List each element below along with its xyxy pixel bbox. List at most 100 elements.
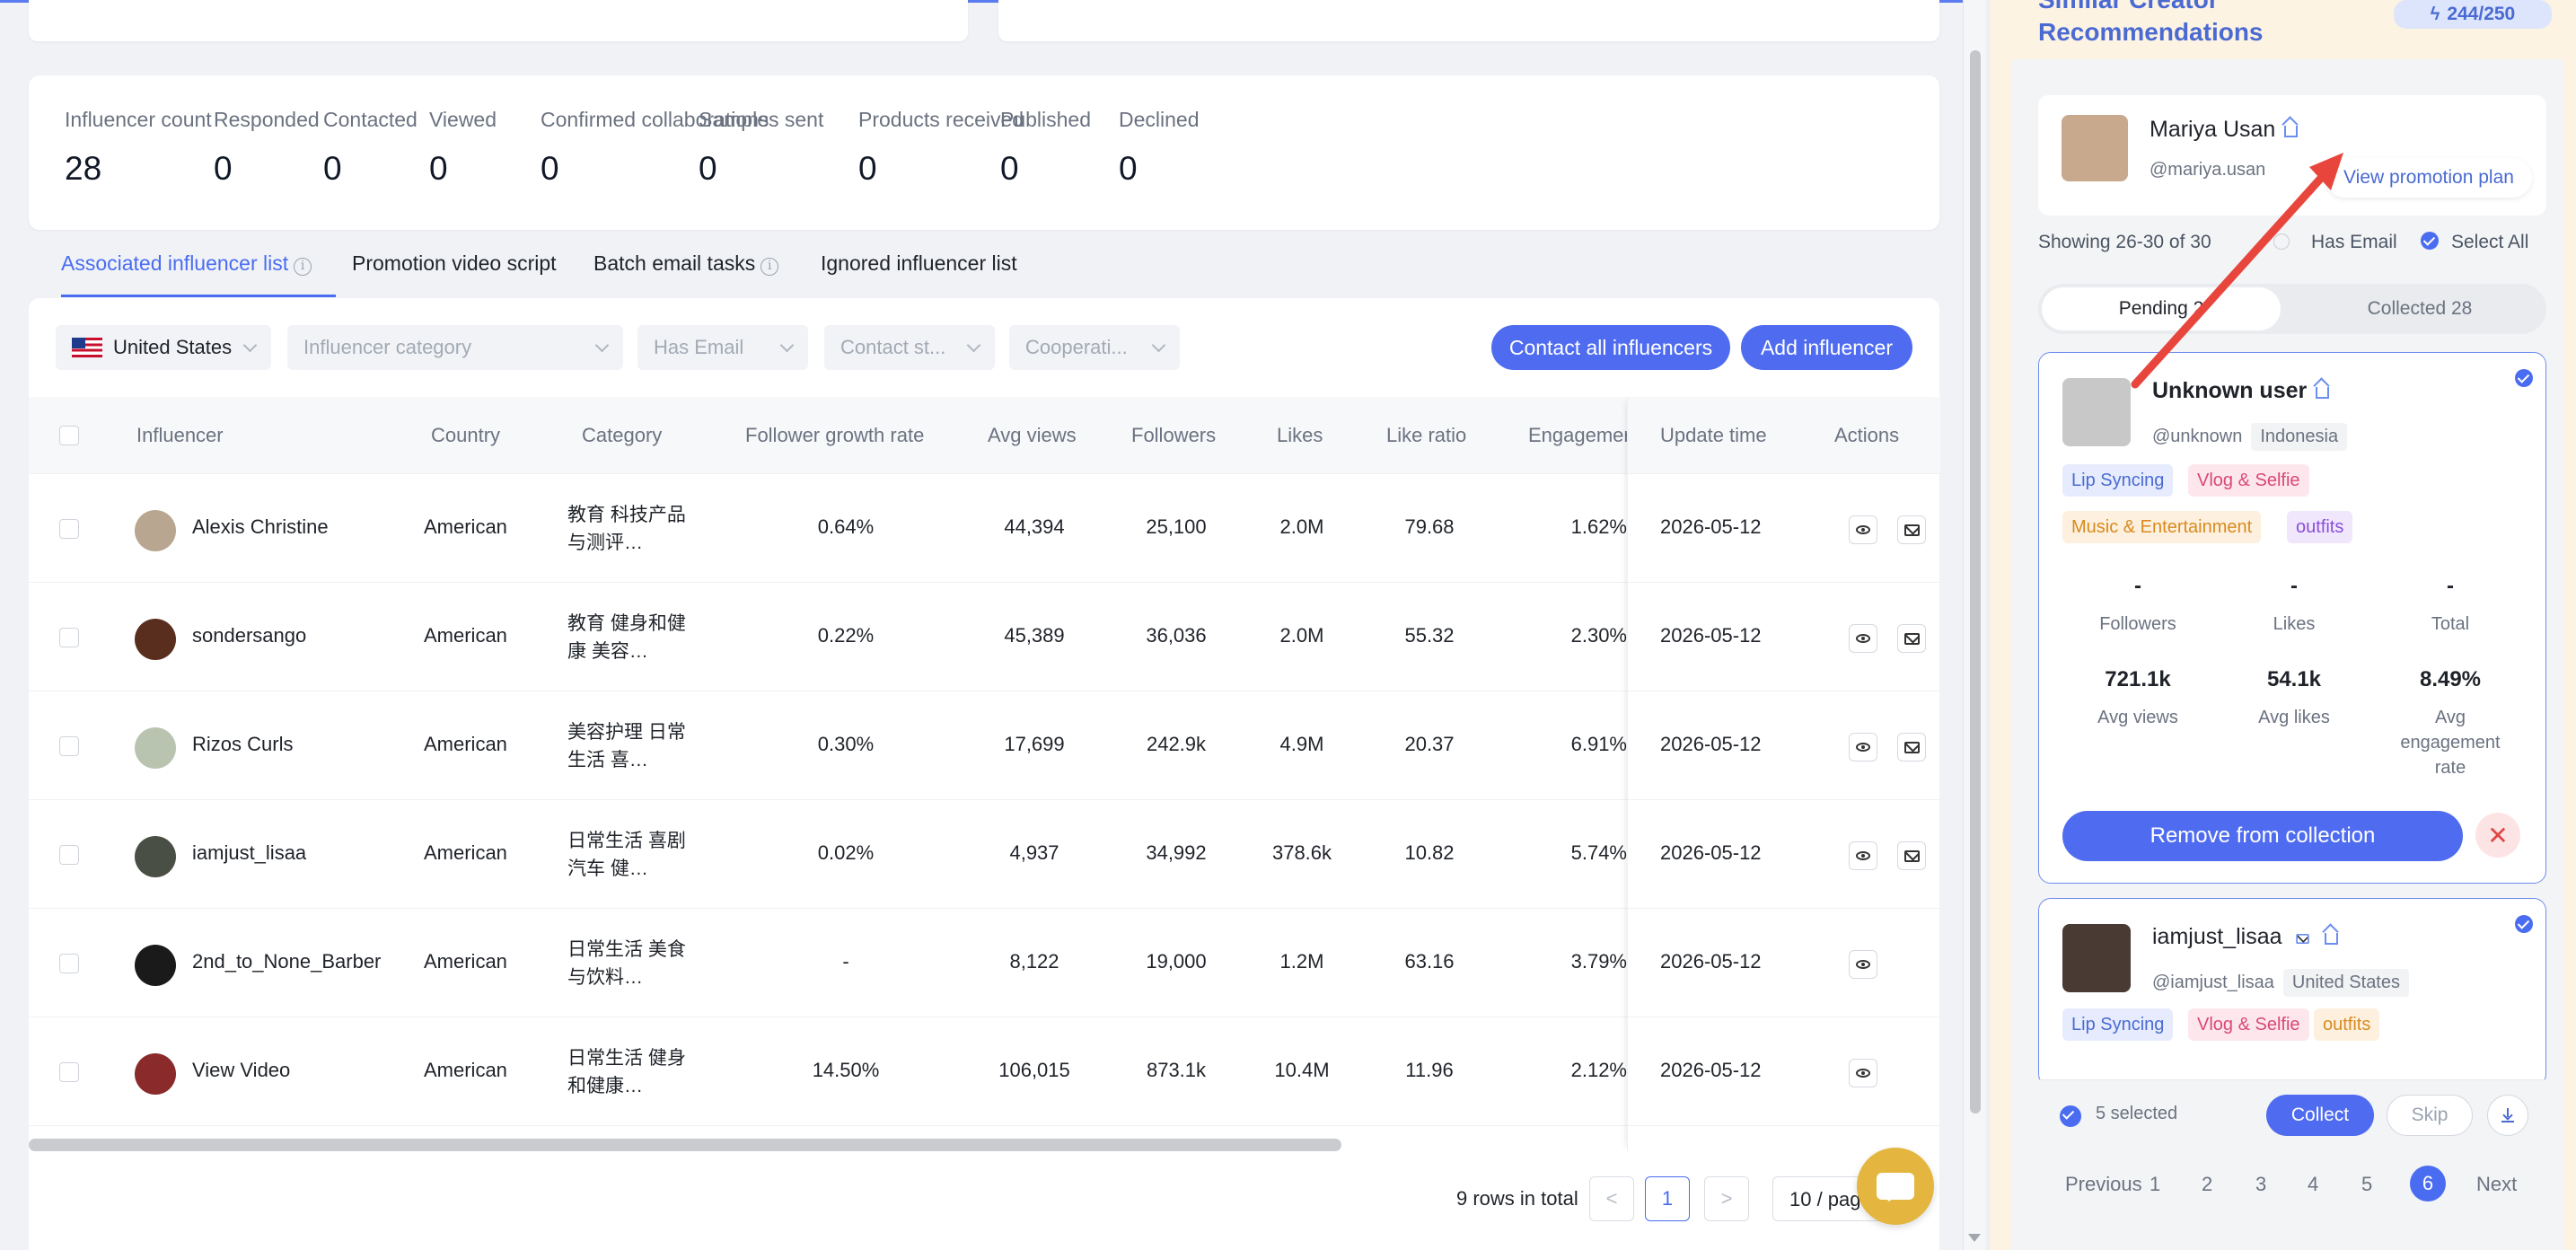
tab-promotion-video-script[interactable]: Promotion video script — [352, 251, 557, 276]
view-button[interactable] — [1849, 624, 1877, 653]
tab-collected[interactable]: Collected 28 — [2299, 287, 2541, 330]
home-icon[interactable] — [2316, 387, 2330, 399]
view-button[interactable] — [1849, 733, 1877, 761]
row-checkbox[interactable] — [59, 628, 79, 647]
home-icon[interactable] — [2324, 933, 2338, 945]
row-checkbox[interactable] — [59, 845, 79, 865]
info-icon[interactable]: i — [760, 258, 779, 276]
add-influencer-button[interactable]: Add influencer — [1741, 325, 1912, 370]
mail-icon[interactable] — [2295, 933, 2309, 945]
row-checkbox[interactable] — [59, 519, 79, 539]
influencer-name[interactable]: sondersango — [192, 624, 306, 647]
page-button[interactable]: 4 — [2308, 1173, 2318, 1196]
influencer-name[interactable]: Alexis Christine — [192, 515, 329, 539]
category-tag: outfits — [2287, 511, 2353, 543]
page-1-button[interactable]: 1 — [1645, 1176, 1690, 1221]
view-button[interactable] — [1849, 1059, 1877, 1087]
horizontal-scrollbar[interactable] — [29, 1139, 1341, 1151]
email-button[interactable] — [1897, 624, 1926, 653]
card-selected-checkbox[interactable] — [2515, 915, 2533, 933]
view-promotion-plan-button[interactable]: View promotion plan — [2325, 158, 2532, 198]
recommendation-card[interactable]: Unknown user @unknown Indonesia Lip Synci… — [2038, 352, 2546, 884]
influencer-avatar[interactable] — [135, 619, 176, 660]
collect-button[interactable]: Collect — [2266, 1095, 2374, 1136]
tab-batch-email-tasks[interactable]: Batch email tasks i — [593, 251, 779, 276]
bulk-select-checkbox[interactable] — [2060, 1105, 2081, 1127]
page-button[interactable]: 3 — [2255, 1173, 2266, 1196]
influencer-avatar[interactable] — [135, 510, 176, 551]
prev-page-button[interactable]: < — [1589, 1176, 1634, 1221]
col-followers[interactable]: Followers — [1131, 424, 1216, 447]
view-button[interactable] — [1849, 950, 1877, 979]
col-avg-views[interactable]: Avg views — [988, 424, 1077, 447]
cooperation-filter[interactable]: Cooperati... — [1009, 325, 1180, 370]
home-icon[interactable] — [2284, 126, 2299, 137]
influencer-avatar[interactable] — [135, 727, 176, 769]
influencer-name[interactable]: 2nd_to_None_Barber — [192, 950, 381, 973]
influencer-name[interactable]: Rizos Curls — [192, 733, 293, 756]
stat-viewed: Viewed 0 — [429, 108, 497, 188]
influencer-avatar[interactable] — [135, 945, 176, 986]
row-checkbox[interactable] — [59, 954, 79, 973]
category-filter[interactable]: Influencer category — [287, 325, 623, 370]
page-button[interactable]: 1 — [2150, 1173, 2160, 1196]
scroll-down-arrow-icon[interactable] — [1968, 1234, 1981, 1248]
like-ratio-cell: 20.37 — [1404, 733, 1455, 755]
col-category[interactable]: Category — [582, 424, 662, 447]
update-time-cell: 2026-05-12 — [1660, 515, 1762, 538]
next-page-button[interactable]: Next — [2476, 1173, 2517, 1196]
email-filter[interactable]: Has Email — [637, 325, 808, 370]
status-segmented-control: Pending 2 Collected 28 — [2038, 284, 2546, 334]
download-button[interactable] — [2487, 1095, 2528, 1136]
close-icon[interactable]: ✕ — [2475, 813, 2520, 858]
select-all-checkbox[interactable] — [59, 426, 79, 445]
col-like-ratio[interactable]: Like ratio — [1386, 424, 1466, 447]
stat-label: Contacted — [323, 108, 418, 131]
col-growth-rate[interactable]: Follower growth rate — [745, 424, 924, 447]
remove-from-collection-button[interactable]: Remove from collection — [2062, 811, 2463, 861]
chat-button[interactable] — [1857, 1148, 1934, 1225]
skip-button[interactable]: Skip — [2387, 1095, 2473, 1136]
update-time-cell: 2026-05-12 — [1660, 1059, 1762, 1081]
tab-associated-influencers[interactable]: Associated influencer list i — [61, 251, 312, 276]
like-ratio-cell: 79.68 — [1404, 515, 1455, 538]
page-button[interactable]: 2 — [2202, 1173, 2212, 1196]
contact-all-button[interactable]: Contact all influencers — [1491, 325, 1730, 370]
mail-icon — [1903, 849, 1920, 862]
has-email-checkbox[interactable] — [2273, 233, 2290, 250]
col-country[interactable]: Country — [431, 424, 500, 447]
influencer-name[interactable]: iamjust_lisaa — [192, 841, 306, 865]
card-selected-checkbox[interactable] — [2515, 369, 2533, 387]
row-checkbox[interactable] — [59, 736, 79, 756]
quota-badge: ϟ 244/250 — [2394, 0, 2552, 29]
next-page-button[interactable]: > — [1704, 1176, 1749, 1221]
col-influencer[interactable]: Influencer — [136, 424, 224, 447]
chat-icon — [1877, 1173, 1914, 1202]
col-update-time[interactable]: Update time — [1660, 424, 1767, 447]
info-icon[interactable]: i — [294, 258, 312, 276]
col-engagement[interactable]: Engagemer — [1528, 424, 1627, 447]
row-checkbox[interactable] — [59, 1062, 79, 1082]
influencer-avatar[interactable] — [135, 836, 176, 877]
country-filter[interactable]: United States — [56, 325, 271, 370]
tab-ignored-influencers[interactable]: Ignored influencer list — [821, 251, 1017, 276]
chevron-down-icon — [966, 338, 981, 352]
contact-status-filter[interactable]: Contact st... — [824, 325, 995, 370]
col-likes[interactable]: Likes — [1277, 424, 1323, 447]
page-button[interactable]: 6 — [2410, 1166, 2446, 1202]
email-button[interactable] — [1897, 515, 1926, 544]
view-button[interactable] — [1849, 841, 1877, 870]
email-button[interactable] — [1897, 733, 1926, 761]
vertical-scrollbar-thumb[interactable] — [1970, 50, 1981, 1114]
email-button[interactable] — [1897, 841, 1926, 870]
view-button[interactable] — [1849, 515, 1877, 544]
influencer-name[interactable]: View Video — [192, 1059, 290, 1082]
recommendation-card[interactable]: iamjust_lisaa @iamjust_lisaa United State… — [2038, 898, 2546, 1087]
select-all-checkbox[interactable] — [2421, 232, 2439, 250]
previous-page-button[interactable]: Previous — [2065, 1173, 2142, 1196]
likes-cell: 1.2M — [1279, 950, 1324, 973]
tab-pending[interactable]: Pending 2 — [2042, 287, 2281, 330]
influencer-avatar[interactable] — [135, 1053, 176, 1095]
avg-views-cell: 45,389 — [1004, 624, 1065, 647]
page-button[interactable]: 5 — [2361, 1173, 2372, 1196]
